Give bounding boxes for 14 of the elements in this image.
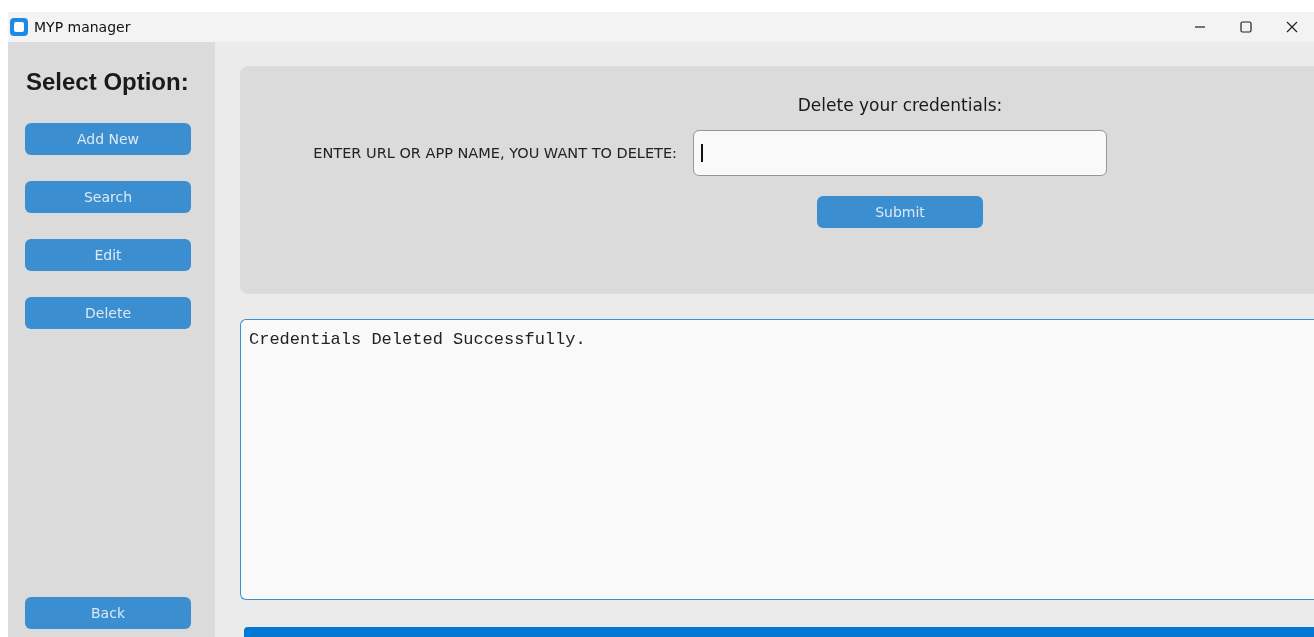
sidebar-title: Select Option:	[26, 68, 190, 96]
field-label: ENTER URL OR APP NAME, YOU WANT TO DELETE:	[313, 145, 677, 161]
null[interactable]: Delete	[25, 297, 191, 329]
close-icon	[1286, 21, 1298, 33]
maximize-icon	[1240, 21, 1252, 33]
output-text: Credentials Deleted Successfully.	[249, 329, 586, 349]
form-heading: Delete your credentials:	[796, 95, 1004, 115]
window-title: MYP manager	[34, 19, 132, 35]
null[interactable]: Search	[25, 181, 191, 213]
submit-button[interactable]: Submit	[817, 196, 983, 228]
null[interactable]: Edit	[25, 239, 191, 271]
input-field[interactable]	[693, 130, 1107, 176]
null[interactable]: Add New	[25, 123, 191, 155]
back-button[interactable]: Back	[25, 597, 191, 629]
